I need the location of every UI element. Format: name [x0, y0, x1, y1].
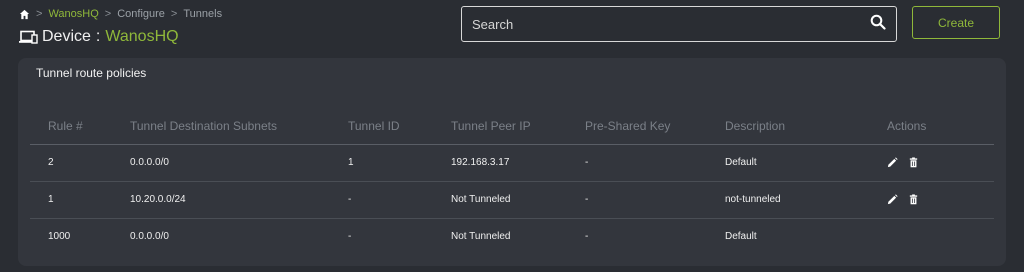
home-icon[interactable] — [19, 9, 30, 20]
column-header-peer-ip[interactable]: Tunnel Peer IP — [433, 108, 567, 145]
device-label: Device — [42, 28, 91, 45]
column-header-tunnel-id[interactable]: Tunnel ID — [330, 108, 433, 145]
cell-destination: 0.0.0.0/0 — [130, 231, 169, 243]
breadcrumb-item-configure[interactable]: Configure — [117, 8, 165, 20]
table-row[interactable]: 1 10.20.0.0/24 - Not Tunneled - not-tunn… — [30, 181, 994, 219]
create-button[interactable]: Create — [912, 6, 1000, 39]
column-header-psk[interactable]: Pre-Shared Key — [567, 108, 707, 145]
edit-icon[interactable] — [887, 157, 898, 168]
cell-psk: - — [585, 231, 589, 243]
cell-peer-ip: 192.168.3.17 — [433, 144, 567, 182]
column-header-rule[interactable]: Rule # — [30, 108, 112, 145]
tunnel-policies-table: Rule # Tunnel Destination Subnets Tunnel… — [30, 108, 994, 255]
cell-destination: 10.20.0.0/24 — [112, 181, 330, 219]
cell-peer-ip: Not Tunneled — [451, 231, 511, 243]
edit-icon[interactable] — [887, 194, 898, 205]
column-header-description[interactable]: Description — [707, 108, 869, 145]
breadcrumb-separator: > — [36, 8, 43, 20]
table-header-row: Rule # Tunnel Destination Subnets Tunnel… — [30, 108, 994, 145]
cell-tunnel-id: - — [348, 231, 352, 243]
cell-actions — [869, 218, 994, 255]
column-header-actions: Actions — [869, 108, 994, 145]
breadcrumb-separator: > — [104, 8, 112, 20]
delete-icon[interactable] — [908, 157, 919, 168]
search-box — [461, 6, 897, 42]
cell-description: Default — [725, 231, 757, 243]
cell-rule: 1000 — [48, 231, 71, 243]
cell-destination: 0.0.0.0/0 — [112, 144, 330, 182]
cell-psk: - — [567, 181, 707, 219]
breadcrumb-item-tunnels: Tunnels — [183, 8, 223, 20]
breadcrumb: > WanosHQ > Configure > Tunnels — [19, 8, 222, 20]
cell-description: Default — [707, 144, 869, 182]
search-icon[interactable] — [870, 14, 886, 35]
table-row[interactable]: 2 0.0.0.0/0 1 192.168.3.17 - Default — [30, 144, 994, 182]
column-header-destination[interactable]: Tunnel Destination Subnets — [112, 108, 330, 145]
cell-peer-ip: Not Tunneled — [433, 181, 567, 219]
cell-actions — [869, 181, 994, 219]
device-icon — [18, 29, 38, 45]
cell-rule: 2 — [30, 144, 112, 182]
cell-psk: - — [567, 144, 707, 182]
table-row[interactable]: 1000 0.0.0.0/0 - Not Tunneled - Default — [30, 218, 994, 255]
cell-rule: 1 — [30, 181, 112, 219]
cell-tunnel-id: - — [330, 181, 433, 219]
breadcrumb-item-device[interactable]: WanosHQ — [48, 8, 98, 20]
cell-tunnel-id: 1 — [330, 144, 433, 182]
search-input[interactable] — [472, 16, 870, 32]
cell-description: not-tunneled — [707, 181, 869, 219]
cell-actions — [869, 144, 994, 182]
page-title: Device : WanosHQ — [18, 28, 179, 46]
delete-icon[interactable] — [908, 194, 919, 205]
device-name: WanosHQ — [105, 28, 179, 45]
device-colon: : — [95, 28, 101, 45]
tunnel-policies-panel: Tunnel route policies Rule # Tunnel Dest… — [18, 58, 1006, 266]
panel-title: Tunnel route policies — [36, 66, 147, 80]
breadcrumb-separator: > — [170, 8, 178, 20]
